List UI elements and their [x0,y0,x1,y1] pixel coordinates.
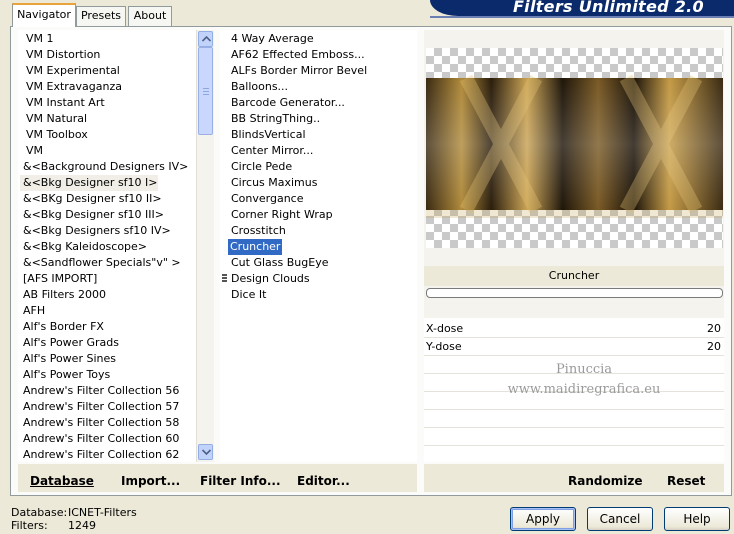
app-title: Filters Unlimited 2.0 [512,0,704,16]
param-row-y[interactable]: Y-dose 20 [424,338,724,356]
filter-list-item[interactable]: Center Mirror... [228,143,313,159]
category-list-item[interactable]: VM Extravaganza [23,79,122,95]
param-value: 20 [707,340,721,353]
category-list-item[interactable]: VM [23,143,43,159]
filter-list-item[interactable]: BB StringThing.. [228,111,320,127]
randomize-button[interactable]: Randomize [568,474,642,488]
category-list-item[interactable]: &<Bkg Designers sf10 IV> [20,223,171,239]
category-list-item[interactable]: [AFS IMPORT] [20,271,97,287]
category-scrollbar[interactable] [196,30,214,462]
category-list-item[interactable]: Alf's Power Grads [20,335,119,351]
help-button[interactable]: Help [664,507,730,531]
filter-list-item[interactable]: Dice It [228,287,266,303]
reset-button[interactable]: Reset [667,474,705,488]
category-list-item[interactable]: Alf's Power Toys [20,367,110,383]
tab-presets[interactable]: Presets [76,6,126,26]
filter-list-item[interactable]: Circus Maximus [228,175,317,191]
import-label: Import... [121,474,181,488]
category-list-item[interactable]: &<Bkg Designer sf10 III> [20,207,164,223]
filter-list-item[interactable]: Cruncher [228,239,283,255]
preview-image [426,48,723,248]
category-list-item[interactable]: Andrew's Filter Collection 56 [20,383,179,399]
tab-presets-label: Presets [80,9,122,22]
preview-art [426,74,723,218]
grip-icon [222,274,227,284]
filter-list-item[interactable]: Crosstitch [228,223,286,239]
editor-button[interactable]: Editor... [297,474,350,488]
category-list-item[interactable]: Andrew's Filter Collection 60 [20,431,179,447]
status-database-label: Database: [11,506,68,519]
param-label: X-dose [426,322,464,335]
category-list-item[interactable]: VM Distortion [23,47,100,63]
filter-list-item[interactable]: Convergance [228,191,304,207]
category-list[interactable]: VM 1 VM Distortion VM Experimental VM Extra… [18,30,196,462]
category-list-item[interactable]: VM Natural [23,111,87,127]
category-list-item[interactable]: &<Bkg Designer sf10 I> [20,175,158,191]
watermark: Pinuccia www.maidiregrafica.eu [484,360,684,400]
chevron-up-icon [202,36,211,42]
param-row-empty [424,428,724,446]
param-row-empty [424,410,724,428]
apply-button[interactable]: Apply [510,507,576,531]
category-list-item[interactable]: Andrew's Filter Collection 62 [20,447,179,462]
banner-underline [430,16,734,18]
navigator-toolbar: Database Import... Filter Info... Editor… [18,464,417,492]
status-filters-value: 1249 [68,519,96,532]
filter-info-label: Filter Info... [200,474,281,488]
category-list-item[interactable]: VM Experimental [23,63,120,79]
watermark-line1: Pinuccia [555,362,613,377]
app-banner: Filters Unlimited 2.0 [430,0,734,16]
watermark-line2: www.maidiregrafica.eu [507,382,661,397]
category-list-item[interactable]: &<BKg Designer sf10 II> [20,191,162,207]
category-list-item[interactable]: Alf's Power Sines [20,351,116,367]
filter-list-item[interactable]: Barcode Generator... [228,95,345,111]
param-label: Y-dose [426,340,462,353]
scroll-up-button[interactable] [198,31,213,47]
filter-list-item[interactable]: ALFs Border Mirror Bevel [228,63,367,79]
filter-list-item[interactable]: BlindsVertical [228,127,306,143]
category-list-item[interactable]: AB Filters 2000 [20,287,106,303]
database-button[interactable]: Database [30,474,94,488]
editor-label: Editor... [297,474,350,488]
filter-list-item[interactable]: Design Clouds [228,271,310,287]
filter-info-button[interactable]: Filter Info... [200,474,281,488]
preview-filter-name: Cruncher [424,266,724,286]
cancel-button[interactable]: Cancel [587,507,653,531]
category-list-item[interactable]: VM Toolbox [23,127,88,143]
filter-list-item[interactable]: 4 Way Average [228,31,314,47]
category-list-item[interactable]: Alf's Border FX [20,319,104,335]
category-list-item[interactable]: &<Sandflower Specials"v" > [20,255,181,271]
param-value: 20 [707,322,721,335]
tab-navigator-label: Navigator [17,8,71,21]
category-list-item[interactable]: Andrew's Filter Collection 57 [20,399,179,415]
status-filters-label: Filters: [11,519,48,532]
tab-about-label: About [133,9,167,22]
filter-list-item[interactable]: Cut Glass BugEye [228,255,328,271]
parameter-panel: X-dose 20 Y-dose 20 Pinuccia www.maidire… [424,318,724,462]
category-list-item[interactable]: &<Bkg Kaleidoscope> [20,239,147,255]
filter-list-item[interactable]: Circle Pede [228,159,292,175]
progress-bar [426,288,723,298]
scroll-thumb[interactable] [198,47,213,135]
scroll-down-button[interactable] [198,444,213,460]
chevron-down-icon [202,449,211,455]
tab-navigator[interactable]: Navigator [12,3,76,27]
filter-list-item[interactable]: Balloons... [228,79,288,95]
filter-list-item[interactable]: Corner Right Wrap [228,207,333,223]
filter-list[interactable]: 4 Way Average AF62 Effected Emboss... ALFs… [220,30,417,462]
filter-list-item[interactable]: AF62 Effected Emboss... [228,47,365,63]
import-button[interactable]: Import... [121,474,180,488]
preview-toolbar: Randomize Reset [424,464,724,492]
tab-about[interactable]: About [128,6,172,26]
category-list-item[interactable]: Andrew's Filter Collection 58 [20,415,179,431]
category-list-item[interactable]: &<Background Designers IV> [20,159,188,175]
status-database-value: ICNET-Filters [68,506,137,519]
category-list-item[interactable]: VM 1 [23,31,54,47]
param-row-x[interactable]: X-dose 20 [424,320,724,338]
category-list-item[interactable]: VM Instant Art [23,95,105,111]
category-list-item[interactable]: AFH [20,303,45,319]
